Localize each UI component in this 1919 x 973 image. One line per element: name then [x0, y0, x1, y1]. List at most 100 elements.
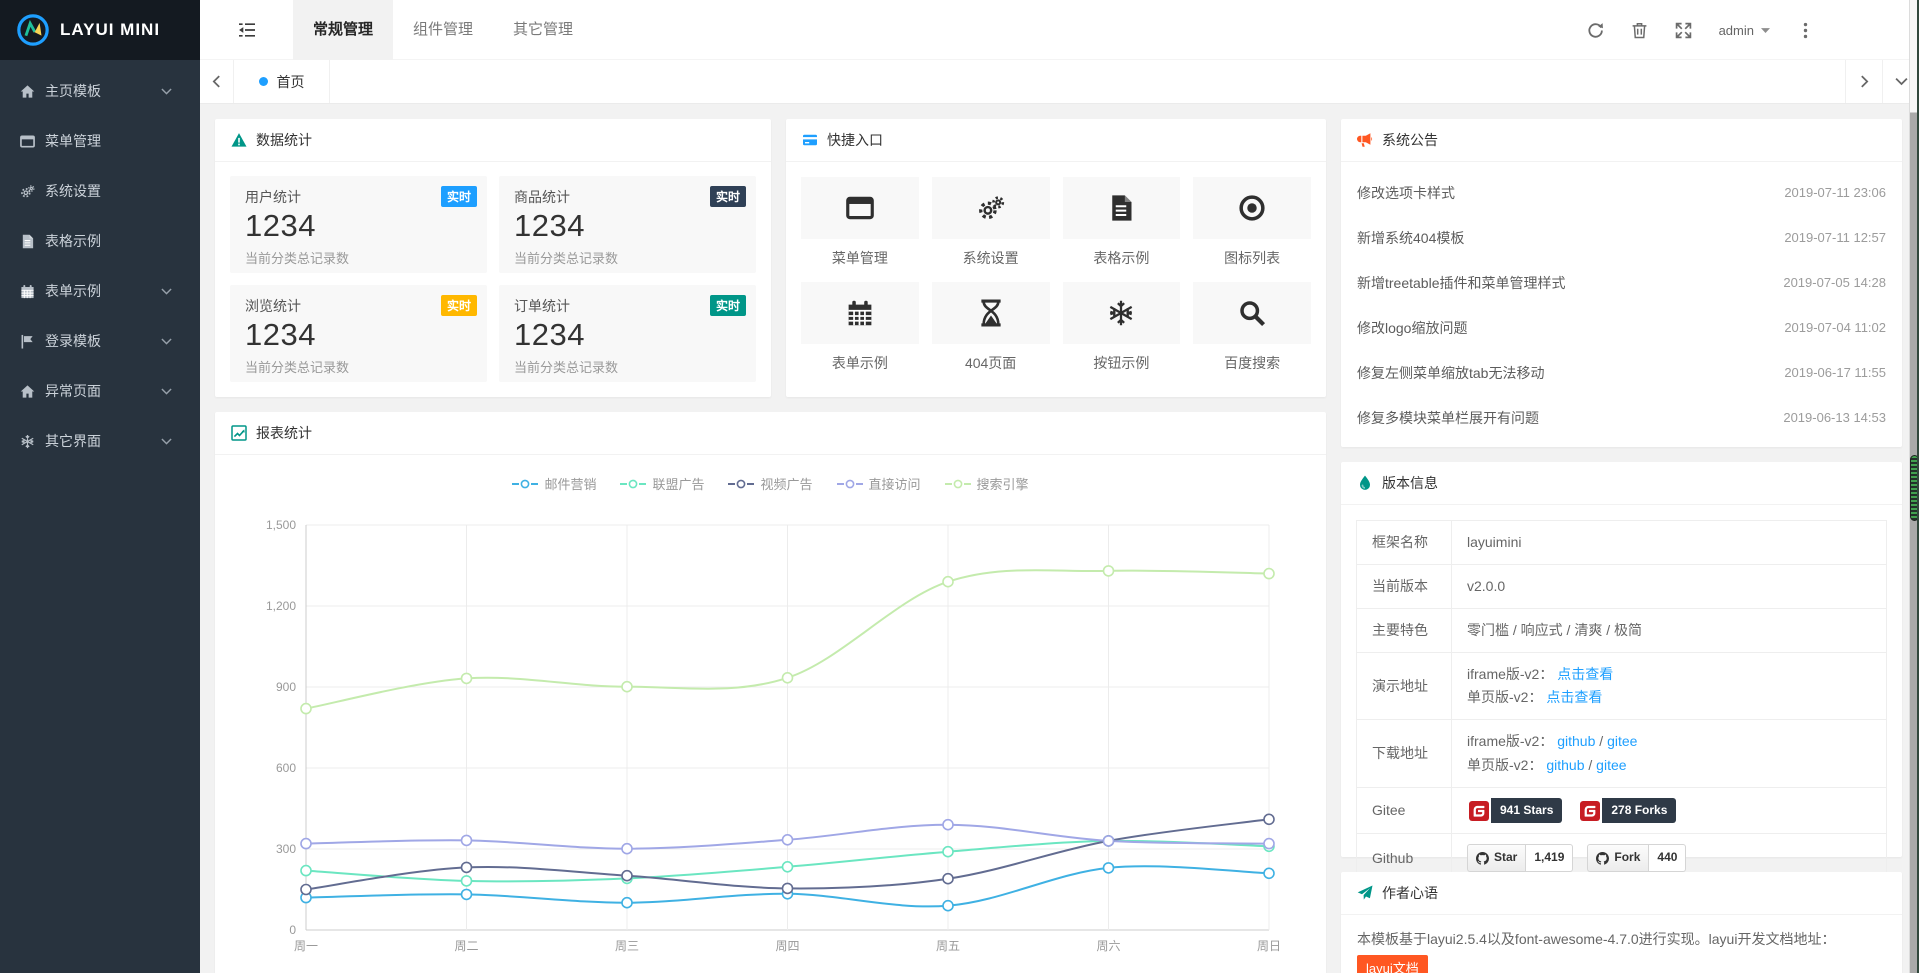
github-count: 440 [1649, 844, 1686, 872]
quick-entry-form-demo[interactable]: 表单示例 [801, 282, 919, 387]
report-card: 报表统计 邮件营销联盟广告视频广告直接访问搜索引擎 03006009001,20… [215, 412, 1326, 973]
tab-bar: 首页 [200, 60, 1919, 104]
sidebar-item-label: 其它界面 [45, 431, 161, 451]
legend-item-direct-visit[interactable]: 直接访问 [837, 472, 921, 495]
quick-entry-system-setting[interactable]: 系统设置 [932, 177, 1050, 282]
version-link[interactable]: 点击查看 [1546, 689, 1602, 705]
announcement-item[interactable]: 修改选项卡样式2019-07-11 23:06 [1357, 170, 1886, 215]
fullscreen-button[interactable] [1675, 22, 1692, 39]
quick-entry-baidu-search[interactable]: 百度搜索 [1193, 282, 1311, 387]
legend-item-video-ads[interactable]: 视频广告 [728, 472, 812, 495]
version-row-label: 主要特色 [1357, 609, 1452, 653]
flag-icon [20, 334, 35, 349]
version-link[interactable]: 点击查看 [1557, 666, 1613, 682]
svg-text:周一: 周一 [294, 939, 318, 953]
chevron-down-icon [1895, 75, 1908, 88]
quick-entry-icon-list[interactable]: 图标列表 [1193, 177, 1311, 282]
announcement-item[interactable]: 新增系统404模板2019-07-11 12:57 [1357, 215, 1886, 260]
sidebar-item-menu-manage[interactable]: 菜单管理 [0, 116, 200, 166]
chevron-down-icon [161, 86, 172, 97]
username: admin [1719, 23, 1754, 38]
announcements-list: 修改选项卡样式2019-07-11 23:06新增系统404模板2019-07-… [1341, 162, 1902, 440]
quick-entry-page-404[interactable]: 404页面 [932, 282, 1050, 387]
scrollbar-track[interactable] [1909, 0, 1919, 973]
announcement-item[interactable]: 修改logo缩放问题2019-07-04 11:02 [1357, 305, 1886, 350]
data-stats-title: 数据统计 [256, 130, 312, 150]
version-row-label: 当前版本 [1357, 565, 1452, 609]
quick-entry-button-demo[interactable]: 按钮示例 [1063, 282, 1181, 387]
stat-desc: 当前分类总记录数 [514, 248, 741, 267]
version-row-value: iframe版-v2： github / gitee单页版-v2： github… [1452, 720, 1887, 787]
svg-text:0: 0 [289, 923, 296, 937]
quick-entry-table-demo[interactable]: 表格示例 [1063, 177, 1181, 282]
version-row: 当前版本v2.0.0 [1357, 565, 1887, 609]
sidebar-item-system-setting[interactable]: 系统设置 [0, 166, 200, 216]
legend-item-search-engine[interactable]: 搜索引擎 [945, 472, 1029, 495]
app-logo[interactable]: LAYUI MINI [0, 0, 200, 60]
sidebar-item-other-ui[interactable]: 其它界面 [0, 416, 200, 466]
layui-doc-badge[interactable]: layui文档 [1357, 955, 1428, 973]
nav-tab-component-manage[interactable]: 组件管理 [393, 0, 493, 60]
main-content: 数据统计 用户统计实时1234当前分类总记录数商品统计实时1234当前分类总记录… [200, 104, 1919, 973]
announcement-text: 修改选项卡样式 [1357, 183, 1455, 203]
chevron-down-icon [161, 336, 172, 347]
credit-card-icon [802, 132, 818, 148]
quick-entry-menu-manage[interactable]: 菜单管理 [801, 177, 919, 282]
expand-icon [1675, 22, 1692, 39]
stat-box: 订单统计实时1234当前分类总记录数 [499, 285, 756, 382]
sidebar-item-label: 主页模板 [45, 81, 161, 101]
version-link[interactable]: github [1546, 757, 1584, 773]
nav-tab-other-manage[interactable]: 其它管理 [493, 0, 593, 60]
quick-entry-label: 表单示例 [801, 353, 919, 373]
svg-text:300: 300 [276, 842, 296, 856]
sidebar-item-login-template[interactable]: 登录模板 [0, 316, 200, 366]
more-actions-button[interactable] [1797, 22, 1814, 39]
legend-item-mail-marketing[interactable]: 邮件营销 [512, 472, 596, 495]
announcement-date: 2019-07-11 12:57 [1784, 230, 1886, 245]
scrollbar-thumb[interactable] [1910, 455, 1919, 521]
nav-tab-general-manage[interactable]: 常规管理 [293, 0, 393, 60]
legend-label: 直接访问 [869, 474, 921, 493]
announcement-item[interactable]: 新增treetable插件和菜单管理样式2019-07-05 14:28 [1357, 260, 1886, 305]
clear-cache-button[interactable] [1631, 22, 1648, 39]
stat-desc: 当前分类总记录数 [514, 357, 741, 376]
announcement-item[interactable]: 修复多模块菜单栏展开有问题 2019-06-13 14:53 [1357, 395, 1886, 440]
legend-item-union-ads[interactable]: 联盟广告 [620, 472, 704, 495]
announcement-date: 2019-06-13 14:53 [1783, 410, 1886, 425]
gitee-badge[interactable]: 278 Forks [1578, 798, 1676, 824]
version-row-label: Gitee [1357, 787, 1452, 834]
gears-icon [20, 184, 35, 199]
sidebar-item-form-demo[interactable]: 表单示例 [0, 266, 200, 316]
github-star-button[interactable]: Star1,419 [1467, 844, 1573, 872]
user-dropdown[interactable]: admin [1719, 23, 1770, 38]
announcement-text: 修复多模块菜单栏展开有问题 [1357, 408, 1539, 428]
refresh-button[interactable] [1587, 22, 1604, 39]
version-row: Gitee 941 Stars 278 Forks [1357, 787, 1887, 834]
stat-desc: 当前分类总记录数 [245, 248, 472, 267]
svg-text:600: 600 [276, 761, 296, 775]
tab-scroll-left-button[interactable] [200, 60, 233, 103]
version-link[interactable]: gitee [1607, 733, 1637, 749]
realtime-badge: 实时 [441, 295, 477, 316]
tab-home[interactable]: 首页 [233, 60, 330, 103]
gitee-badge[interactable]: 941 Stars [1467, 798, 1562, 824]
dot-circle-icon [1238, 194, 1266, 222]
gitee-icon [1578, 798, 1602, 824]
quick-entry-icon-box [1193, 282, 1311, 344]
sidebar-item-label: 菜单管理 [45, 131, 182, 151]
quick-entry-icon-box [1063, 177, 1181, 239]
github-count: 1,419 [1526, 844, 1573, 872]
report-line-chart: 03006009001,2001,500周一周二周三周四周五周六周日 [215, 495, 1326, 973]
tab-scroll-right-button[interactable] [1845, 60, 1882, 103]
sidebar-menu: 主页模板菜单管理系统设置表格示例表单示例登录模板异常页面其它界面 [0, 60, 200, 466]
version-link[interactable]: gitee [1596, 757, 1626, 773]
version-link[interactable]: github [1557, 733, 1595, 749]
menu-fold-button[interactable] [200, 0, 293, 60]
announcement-item[interactable]: 修复左侧菜单缩放tab无法移动2019-06-17 11:55 [1357, 350, 1886, 395]
sidebar-item-table-demo[interactable]: 表格示例 [0, 216, 200, 266]
sidebar-item-home-template[interactable]: 主页模板 [0, 66, 200, 116]
quick-entry-label: 系统设置 [932, 248, 1050, 268]
github-fork-button[interactable]: Fork440 [1587, 844, 1686, 872]
sidebar-item-error-page[interactable]: 异常页面 [0, 366, 200, 416]
legend-label: 搜索引擎 [977, 474, 1029, 493]
